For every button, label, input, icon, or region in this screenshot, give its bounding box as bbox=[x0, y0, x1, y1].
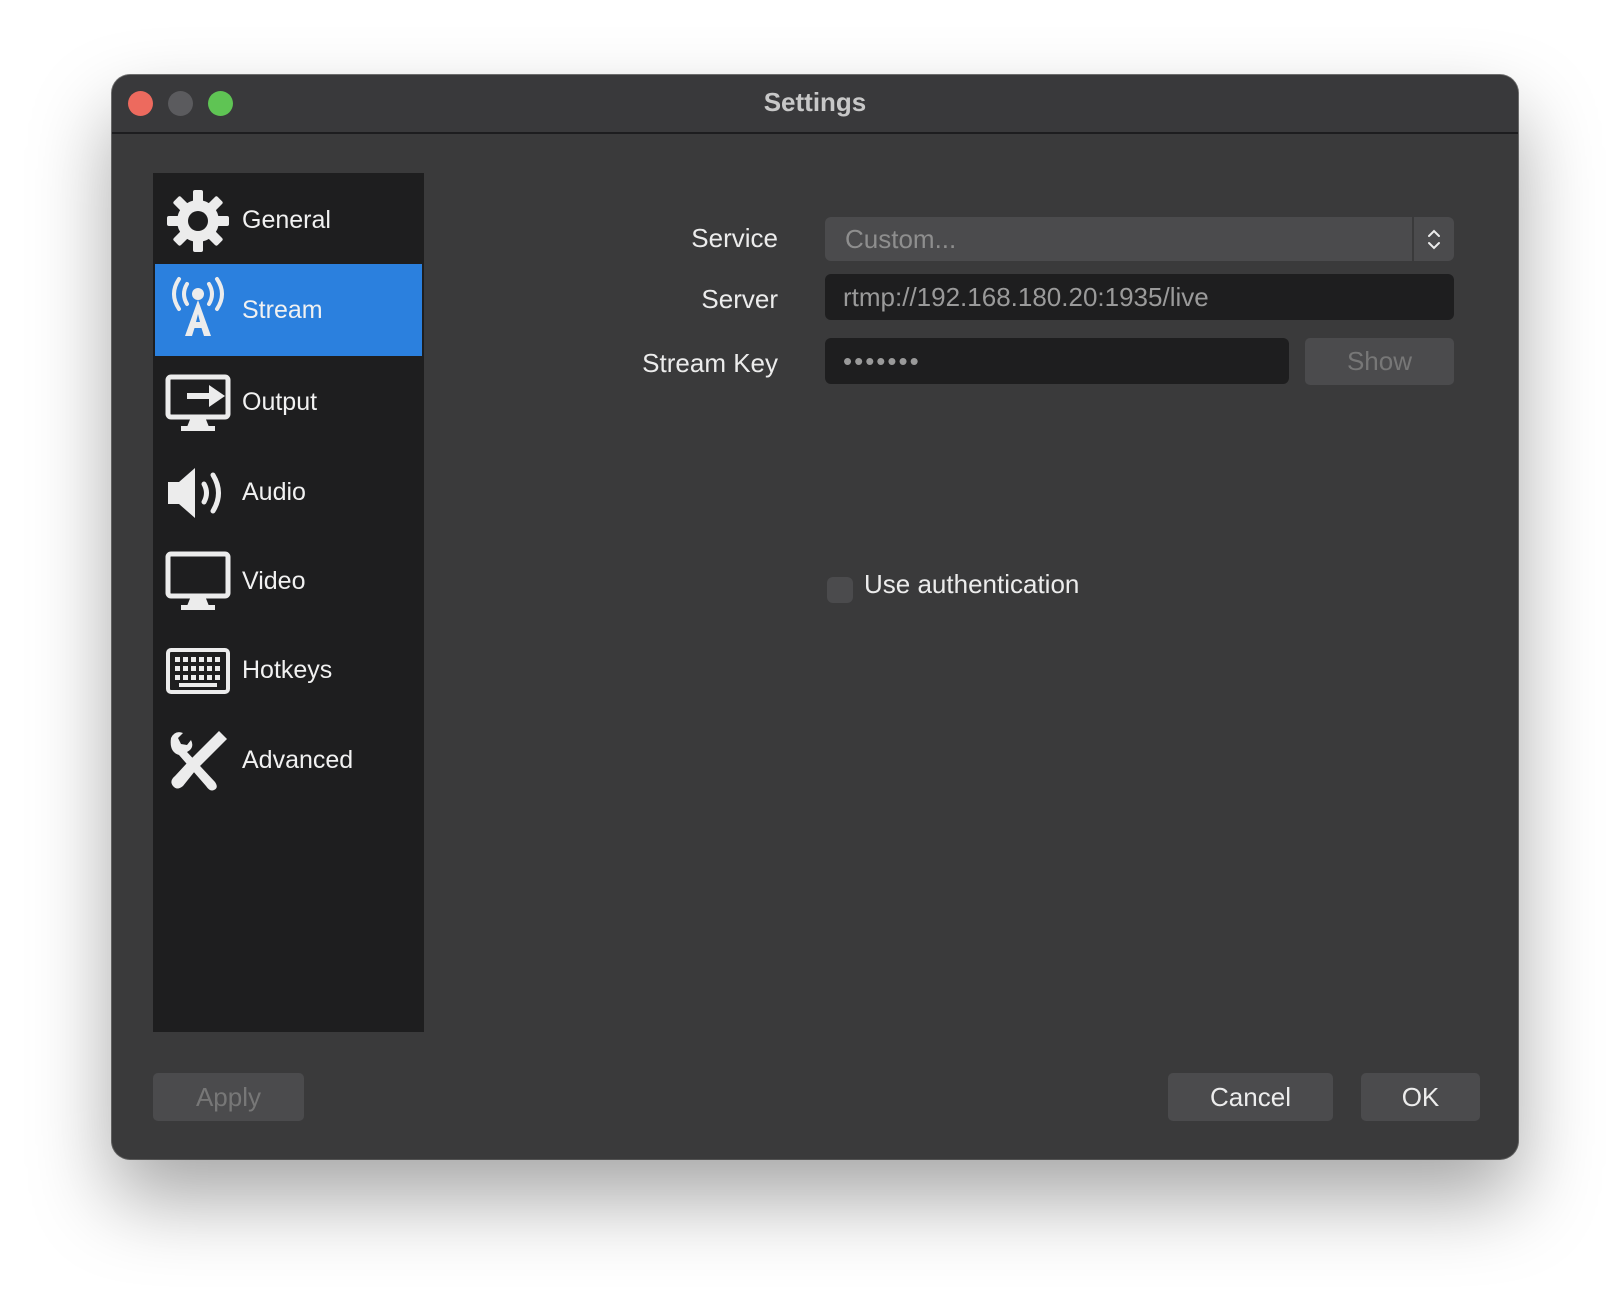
ok-button[interactable]: OK bbox=[1361, 1073, 1480, 1121]
use-authentication-checkbox[interactable] bbox=[827, 577, 853, 603]
use-authentication-label[interactable]: Use authentication bbox=[864, 569, 1079, 600]
service-select[interactable]: Custom... bbox=[825, 217, 1454, 261]
sidebar-item-general[interactable]: General bbox=[155, 174, 422, 266]
service-label: Service bbox=[691, 223, 778, 253]
settings-sidebar: General Stream Output Audio Video Hotkey… bbox=[153, 173, 424, 1032]
show-stream-key-button[interactable]: Show bbox=[1305, 338, 1454, 385]
monitor-icon bbox=[165, 551, 231, 610]
sidebar-item-audio[interactable]: Audio bbox=[155, 446, 422, 538]
server-input[interactable]: rtmp://192.168.180.20:1935/live bbox=[825, 274, 1454, 320]
sidebar-item-video[interactable]: Video bbox=[155, 535, 422, 627]
gear-icon bbox=[167, 190, 229, 252]
tools-icon bbox=[170, 731, 227, 791]
speaker-icon bbox=[168, 468, 221, 518]
stream-key-input[interactable]: ••••••• bbox=[825, 338, 1289, 384]
sidebar-item-label: Hotkeys bbox=[242, 656, 333, 684]
sidebar-item-label: General bbox=[242, 206, 331, 234]
sidebar-item-label: Video bbox=[242, 567, 306, 595]
sidebar-item-label: Advanced bbox=[242, 746, 354, 774]
sidebar-item-advanced[interactable]: Advanced bbox=[155, 714, 422, 806]
server-label: Server bbox=[701, 284, 778, 314]
sidebar-item-stream[interactable]: Stream bbox=[155, 264, 422, 356]
sidebar-item-label: Audio bbox=[242, 478, 306, 506]
minimize-window-button[interactable] bbox=[168, 91, 193, 116]
output-monitor-icon bbox=[165, 374, 231, 431]
sidebar-item-hotkeys[interactable]: Hotkeys bbox=[155, 624, 422, 716]
stream-key-label: Stream Key bbox=[642, 348, 778, 378]
keyboard-icon bbox=[166, 648, 230, 694]
close-window-button[interactable] bbox=[128, 91, 153, 116]
cancel-button[interactable]: Cancel bbox=[1168, 1073, 1333, 1121]
sidebar-item-label: Output bbox=[242, 388, 318, 416]
sidebar-item-label: Stream bbox=[242, 296, 323, 324]
sidebar-item-output[interactable]: Output bbox=[155, 356, 422, 448]
antenna-icon bbox=[172, 277, 224, 336]
up-down-chevron-icon bbox=[1412, 217, 1440, 261]
apply-button[interactable]: Apply bbox=[153, 1073, 304, 1121]
service-select-value: Custom... bbox=[845, 224, 957, 254]
zoom-window-button[interactable] bbox=[208, 91, 233, 116]
title-bar: Settings bbox=[112, 75, 1518, 134]
settings-window: Settings General Stream Output Audio Vid… bbox=[112, 75, 1518, 1159]
window-title: Settings bbox=[763, 87, 867, 117]
